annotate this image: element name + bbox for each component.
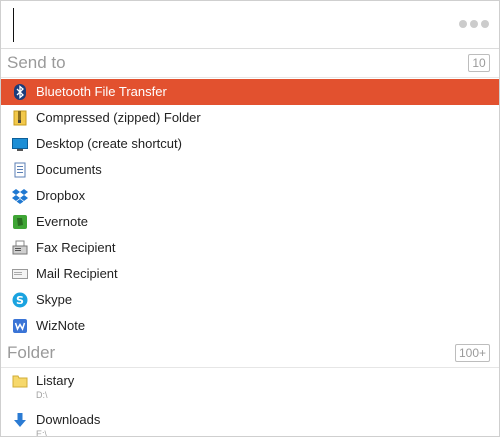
list-item-documents[interactable]: Documents	[1, 157, 499, 183]
item-path: E:\	[36, 429, 48, 437]
skype-icon: S	[12, 292, 28, 308]
list-item-downloads[interactable]: Downloads E:\	[1, 406, 499, 437]
list-item-evernote[interactable]: Evernote	[1, 209, 499, 235]
list-item-fax-recipient[interactable]: Fax Recipient	[1, 235, 499, 261]
dot	[481, 20, 489, 28]
bluetooth-icon	[12, 84, 28, 100]
list-item-desktop-shortcut[interactable]: Desktop (create shortcut)	[1, 131, 499, 157]
count-badge: 100+	[454, 344, 490, 362]
search-bar[interactable]	[1, 1, 499, 49]
evernote-icon	[12, 214, 28, 230]
item-label: Skype	[36, 292, 73, 307]
fax-icon	[12, 240, 28, 256]
zip-folder-icon	[12, 110, 28, 126]
folder-list: Listary D:\ Downloads E:\	[1, 367, 499, 437]
section-header-folder: Folder 100+	[1, 339, 499, 368]
count-badge: 10	[468, 54, 490, 72]
list-item-dropbox[interactable]: Dropbox	[1, 183, 499, 209]
list-item-mail-recipient[interactable]: Mail Recipient	[1, 261, 499, 287]
item-path: D:\	[36, 390, 48, 400]
item-label: Documents	[36, 162, 102, 177]
item-label: Listary	[36, 373, 75, 388]
text-caret	[13, 8, 14, 42]
more-options-icon[interactable]	[459, 20, 489, 28]
item-label: Downloads	[36, 412, 101, 427]
item-label: WizNote	[36, 318, 86, 333]
mail-icon	[12, 266, 28, 282]
list-item-skype[interactable]: S Skype	[1, 287, 499, 313]
listary-window: Send to 10 Bluetooth File Transfer Compr…	[0, 0, 500, 437]
documents-icon	[12, 162, 28, 178]
list-item-wiznote[interactable]: WizNote	[1, 313, 499, 339]
folder-icon	[12, 373, 28, 389]
item-label: Desktop (create shortcut)	[36, 136, 182, 151]
list-item-bluetooth-file-transfer[interactable]: Bluetooth File Transfer	[1, 79, 499, 105]
item-label: Dropbox	[36, 188, 86, 203]
item-label: Fax Recipient	[36, 240, 116, 255]
list-item-compressed-folder[interactable]: Compressed (zipped) Folder	[1, 105, 499, 131]
svg-text:S: S	[16, 294, 24, 307]
item-label: Mail Recipient	[36, 266, 118, 281]
dot	[470, 20, 478, 28]
section-title: Send to	[7, 53, 66, 72]
section-header-send-to: Send to 10	[1, 49, 499, 78]
desktop-icon	[12, 136, 28, 152]
list-item-listary[interactable]: Listary D:\	[1, 367, 499, 406]
wiznote-icon	[12, 318, 28, 334]
section-title: Folder	[7, 343, 56, 362]
item-label: Evernote	[36, 214, 89, 229]
item-label: Compressed (zipped) Folder	[36, 110, 201, 125]
send-to-list: Bluetooth File Transfer Compressed (zipp…	[1, 79, 499, 339]
dropbox-icon	[12, 188, 28, 204]
download-arrow-icon	[12, 412, 28, 428]
item-label: Bluetooth File Transfer	[36, 84, 167, 99]
dot	[459, 20, 467, 28]
